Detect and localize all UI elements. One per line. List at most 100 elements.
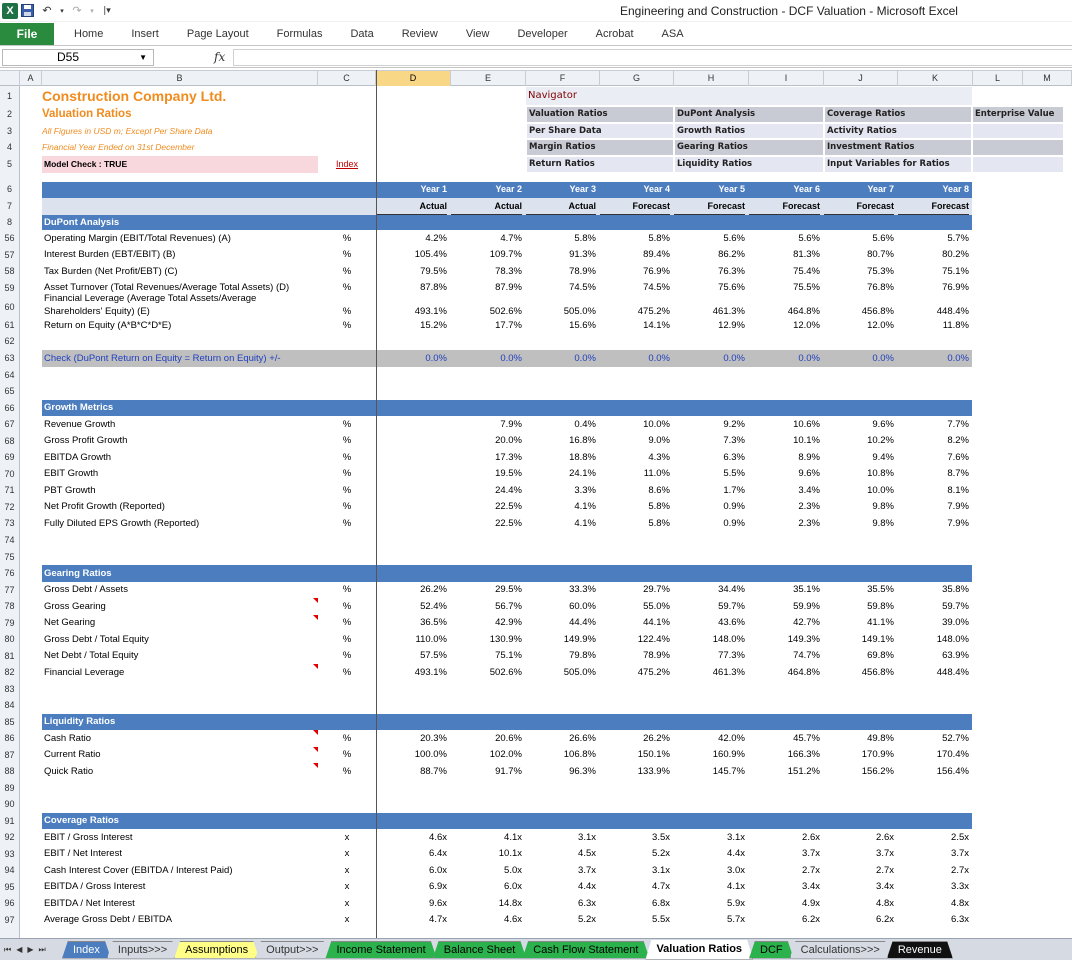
row-header-80[interactable]: 79 <box>0 615 20 631</box>
value-cell[interactable]: 7.6% <box>898 449 969 466</box>
value-cell[interactable]: 33.3% <box>526 582 596 598</box>
value-cell[interactable]: 2.7x <box>824 862 894 879</box>
column-header-b[interactable]: B <box>42 71 318 86</box>
value-cell[interactable]: 44.4% <box>526 615 596 631</box>
nav-link-margin-ratios[interactable]: Margin Ratios <box>527 140 673 155</box>
value-cell[interactable]: 20.3% <box>376 730 447 747</box>
value-cell[interactable]: 448.4% <box>898 296 969 318</box>
value-cell[interactable]: 505.0% <box>526 664 596 681</box>
value-cell[interactable]: 456.8% <box>824 664 894 681</box>
row-header-91[interactable]: 90 <box>0 796 20 813</box>
row-header-75[interactable]: 74 <box>0 532 20 549</box>
fiscal-year-note[interactable]: Financial Year Ended on 31st December <box>42 139 318 156</box>
value-cell[interactable]: 49.8% <box>824 730 894 747</box>
value-cell[interactable]: 24.4% <box>451 482 522 499</box>
value-cell[interactable]: 5.8% <box>600 515 670 532</box>
row-header-71[interactable]: 70 <box>0 466 20 482</box>
nav-link-investment-ratios[interactable]: Investment Ratios <box>825 140 971 155</box>
row-header-69[interactable]: 68 <box>0 433 20 449</box>
value-cell[interactable]: 9.0% <box>600 433 670 449</box>
check-value[interactable]: 0.0% <box>898 350 969 367</box>
value-cell[interactable]: 45.7% <box>749 730 820 747</box>
value-cell[interactable]: 76.9% <box>898 280 969 296</box>
prev-sheet-icon[interactable]: ◀ <box>16 945 22 954</box>
value-cell[interactable]: 4.1x <box>451 829 522 846</box>
value-cell[interactable]: 6.3% <box>674 449 745 466</box>
value-cell[interactable]: 464.8% <box>749 296 820 318</box>
value-cell[interactable]: 105.4% <box>376 247 447 263</box>
value-cell[interactable]: 150.1% <box>600 747 670 763</box>
row-header-85[interactable]: 84 <box>0 697 20 714</box>
value-cell[interactable]: 3.7x <box>526 862 596 879</box>
value-cell[interactable]: 4.7x <box>376 912 447 928</box>
value-cell[interactable]: 2.3% <box>749 515 820 532</box>
value-cell[interactable]: 4.2% <box>376 230 447 247</box>
value-cell[interactable]: 89.4% <box>600 247 670 263</box>
row-header-79[interactable]: 78 <box>0 598 20 615</box>
value-cell[interactable]: 26.2% <box>600 730 670 747</box>
value-cell[interactable]: 11.0% <box>600 466 670 482</box>
row-header-63[interactable]: 62 <box>0 333 20 350</box>
column-header-a[interactable]: A <box>20 71 42 86</box>
value-cell[interactable]: 75.3% <box>824 263 894 280</box>
value-cell[interactable]: 2.6x <box>749 829 820 846</box>
value-cell[interactable]: 5.6% <box>674 230 745 247</box>
value-cell[interactable]: 7.9% <box>898 499 969 515</box>
value-cell[interactable]: 10.1% <box>749 433 820 449</box>
check-value[interactable]: 0.0% <box>600 350 670 367</box>
sheet-tab-valuation-ratios[interactable]: Valuation Ratios <box>645 940 753 960</box>
value-cell[interactable]: 3.5x <box>600 829 670 846</box>
value-cell[interactable]: 4.1% <box>526 515 596 532</box>
row-header-95[interactable]: 94 <box>0 862 20 879</box>
row-header-60[interactable]: 59 <box>0 280 20 296</box>
ribbon-tab-asa[interactable]: ASA <box>648 28 698 40</box>
row-header-74[interactable]: 73 <box>0 515 20 532</box>
value-cell[interactable]: 3.3% <box>526 482 596 499</box>
row-header-96[interactable]: 95 <box>0 879 20 895</box>
value-cell[interactable]: 5.7x <box>674 912 745 928</box>
value-cell[interactable]: 493.1% <box>376 664 447 681</box>
ribbon-tab-home[interactable]: Home <box>60 28 117 40</box>
value-cell[interactable]: 26.6% <box>526 730 596 747</box>
customize-toolbar-icon[interactable]: |▾ <box>98 2 116 20</box>
value-cell[interactable]: 14.1% <box>600 318 670 333</box>
value-cell[interactable]: 35.1% <box>749 582 820 598</box>
value-cell[interactable]: 5.6% <box>749 230 820 247</box>
value-cell[interactable]: 100.0% <box>376 747 447 763</box>
value-cell[interactable]: 59.7% <box>898 598 969 615</box>
value-cell[interactable]: 4.8x <box>824 895 894 912</box>
value-cell[interactable]: 74.5% <box>526 280 596 296</box>
value-cell[interactable] <box>376 482 447 499</box>
value-cell[interactable]: 3.4% <box>749 482 820 499</box>
value-cell[interactable]: 6.3x <box>898 912 969 928</box>
next-sheet-icon[interactable]: ▶ <box>27 945 33 954</box>
sheet-tab-index[interactable]: Index <box>62 941 111 959</box>
value-cell[interactable]: 34.4% <box>674 582 745 598</box>
value-cell[interactable]: 44.1% <box>600 615 670 631</box>
value-cell[interactable]: 79.5% <box>376 263 447 280</box>
value-cell[interactable]: 102.0% <box>451 747 522 763</box>
value-cell[interactable]: 69.8% <box>824 648 894 664</box>
value-cell[interactable]: 4.7% <box>451 230 522 247</box>
value-cell[interactable] <box>376 466 447 482</box>
value-cell[interactable]: 7.9% <box>451 416 522 433</box>
row-header-58[interactable]: 57 <box>0 247 20 263</box>
excel-icon[interactable]: X <box>2 2 18 19</box>
sheet-tab-balance-sheet[interactable]: Balance Sheet <box>433 941 527 959</box>
value-cell[interactable]: 96.3% <box>526 763 596 780</box>
value-cell[interactable]: 4.1% <box>526 499 596 515</box>
file-tab[interactable]: File <box>0 22 54 45</box>
value-cell[interactable]: 6.4x <box>376 846 447 862</box>
check-value[interactable]: 0.0% <box>451 350 522 367</box>
value-cell[interactable]: 11.8% <box>898 318 969 333</box>
sheet-tab-income-statement[interactable]: Income Statement <box>325 941 436 959</box>
value-cell[interactable]: 9.6% <box>749 466 820 482</box>
row-header-98[interactable]: 97 <box>0 912 20 928</box>
value-cell[interactable]: 3.7x <box>749 846 820 862</box>
ribbon-tab-insert[interactable]: Insert <box>117 28 173 40</box>
row-header-65[interactable]: 64 <box>0 367 20 383</box>
row-header-94[interactable]: 93 <box>0 846 20 862</box>
nav-link-per-share-data[interactable]: Per Share Data <box>527 124 673 138</box>
sheet-tab-dcf[interactable]: DCF <box>749 941 794 959</box>
value-cell[interactable]: 4.3% <box>600 449 670 466</box>
